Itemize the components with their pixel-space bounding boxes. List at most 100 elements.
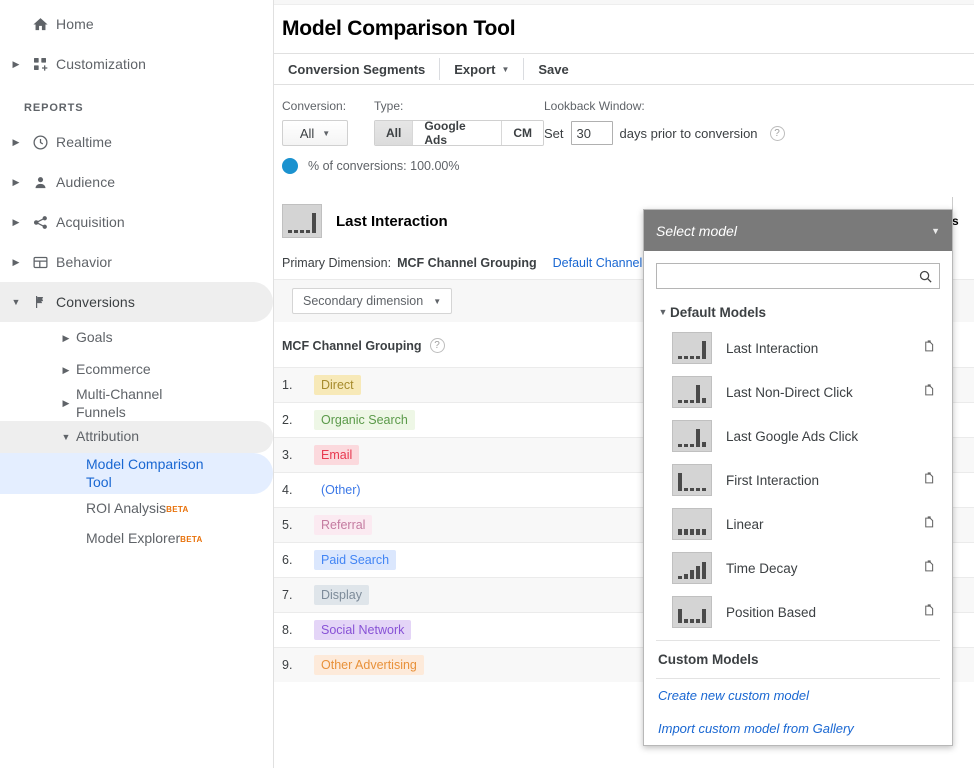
save-button[interactable]: Save (524, 53, 582, 85)
group-label: Default Models (670, 305, 766, 320)
realtime-clock-icon (24, 134, 56, 151)
export-label: Export (454, 62, 495, 77)
sidebar-item-realtime[interactable]: ▶ Realtime (0, 122, 273, 162)
model-label: First Interaction (726, 473, 922, 488)
row-index: 4. (282, 483, 314, 497)
channel-chip[interactable]: Display (314, 585, 369, 605)
import-custom-model-link[interactable]: Import custom model from Gallery (644, 712, 952, 745)
lookback-suffix: days prior to conversion (620, 126, 758, 141)
lookback-days-input[interactable] (571, 121, 613, 145)
duplicate-model-icon[interactable] (922, 603, 938, 621)
sidebar-item-ecommerce[interactable]: ▶ Ecommerce (0, 354, 273, 386)
create-custom-model-link[interactable]: Create new custom model (644, 679, 952, 712)
chevron-down-icon[interactable]: ▼ (931, 226, 940, 236)
audience-person-icon (24, 174, 56, 191)
sidebar-item-audience[interactable]: ▶ Audience (0, 162, 273, 202)
sidebar-item-model-explorer[interactable]: Model ExplorerBETA (0, 524, 273, 554)
chevron-down-icon: ▼ (501, 65, 509, 74)
help-icon[interactable]: ? (430, 338, 445, 353)
row-index: 1. (282, 378, 314, 392)
type-label: Type: (374, 99, 544, 113)
toolbar: Conversion Segments Export ▼ Save (274, 53, 974, 85)
model-list-item[interactable]: Position Based (644, 590, 952, 634)
export-button[interactable]: Export ▼ (440, 53, 523, 85)
duplicate-model-icon[interactable] (922, 559, 938, 577)
model-label: Last Non-Direct Click (726, 385, 922, 400)
type-option-all[interactable]: All (375, 121, 413, 145)
model-list-item[interactable]: Last Google Ads Click (644, 414, 952, 458)
conversion-select[interactable]: All ▼ (282, 120, 348, 146)
search-container (644, 251, 952, 295)
chevron-right-icon: ▶ (8, 60, 24, 69)
channel-chip[interactable]: Direct (314, 375, 361, 395)
model-bars-icon (672, 508, 712, 540)
sidebar-item-multi-channel-funnels[interactable]: ▶ Multi-Channel Funnels (0, 386, 273, 421)
conversions-legend: % of conversions: 100.00% (282, 158, 974, 174)
sidebar-item-label: Model Comparison Tool (86, 456, 206, 491)
default-models-group-header[interactable]: ▼ Default Models (644, 295, 952, 326)
sidebar-item-goals[interactable]: ▶ Goals (0, 322, 273, 354)
page-title: Model Comparison Tool (274, 5, 974, 53)
duplicate-model-icon[interactable] (922, 471, 938, 489)
chevron-right-icon: ▶ (8, 138, 24, 147)
model-bars-icon (672, 420, 712, 452)
row-index: 6. (282, 553, 314, 567)
type-segmented-control: All Google Ads CM (374, 120, 544, 146)
model-list-item[interactable]: Last Non-Direct Click (644, 370, 952, 414)
sidebar-section-reports: REPORTS (0, 84, 273, 122)
beta-badge: BETA (166, 505, 188, 514)
channel-chip[interactable]: Paid Search (314, 550, 396, 570)
channel-chip[interactable]: Referral (314, 515, 372, 535)
model-name: Last Interaction (336, 213, 448, 230)
type-option-google-ads[interactable]: Google Ads (413, 121, 502, 145)
lookback-window-control: Set days prior to conversion ? (544, 121, 785, 145)
row-index: 2. (282, 413, 314, 427)
model-label: Last Interaction (726, 341, 922, 356)
channel-chip[interactable]: Email (314, 445, 359, 465)
type-option-cm[interactable]: CM (502, 121, 543, 145)
sidebar-item-label: Home (56, 16, 94, 32)
model-list-item[interactable]: Time Decay (644, 546, 952, 590)
sidebar-item-model-comparison-tool[interactable]: Model Comparison Tool (0, 453, 273, 494)
duplicate-model-icon[interactable] (922, 515, 938, 533)
secondary-dimension-label: Secondary dimension (303, 294, 423, 308)
search-icon[interactable] (912, 269, 939, 284)
beta-badge: BETA (180, 535, 202, 544)
column-header-label: MCF Channel Grouping (282, 339, 422, 353)
conversions-flag-icon (24, 294, 56, 310)
channel-chip[interactable]: Social Network (314, 620, 411, 640)
model-label: Linear (726, 517, 922, 532)
dropdown-header[interactable]: Select model ▼ (644, 210, 952, 251)
sidebar-item-customization[interactable]: ▶ Customization (0, 44, 273, 84)
custom-models-group-header: Custom Models (644, 641, 952, 678)
model-list-item[interactable]: Last Interaction (644, 326, 952, 370)
chevron-right-icon: ▶ (8, 178, 24, 187)
channel-chip[interactable]: Other Advertising (314, 655, 424, 675)
duplicate-model-icon[interactable] (922, 339, 938, 357)
dropdown-title: Select model (656, 223, 931, 239)
help-icon[interactable]: ? (770, 126, 785, 141)
sidebar-item-behavior[interactable]: ▶ Behavior (0, 242, 273, 282)
model-list-item[interactable]: First Interaction (644, 458, 952, 502)
sidebar-item-conversions[interactable]: ▼ Conversions (0, 282, 273, 322)
model-bars-icon (672, 332, 712, 364)
model-bars-icon (672, 464, 712, 496)
model-bars-icon (672, 552, 712, 584)
conversion-segments-button[interactable]: Conversion Segments (274, 53, 439, 85)
primary-dimension-value[interactable]: MCF Channel Grouping (397, 256, 537, 270)
search-input[interactable] (657, 264, 912, 288)
chevron-down-icon: ▼ (322, 129, 330, 138)
chevron-down-icon: ▼ (8, 298, 24, 307)
lookback-label: Lookback Window: (544, 99, 645, 113)
sidebar-item-home[interactable]: Home (0, 4, 273, 44)
conversion-label: Conversion: (282, 99, 374, 113)
channel-chip[interactable]: Organic Search (314, 410, 415, 430)
model-list-item[interactable]: Linear (644, 502, 952, 546)
sidebar-item-attribution[interactable]: ▼ Attribution (0, 421, 273, 453)
customization-icon (24, 56, 56, 72)
sidebar-item-acquisition[interactable]: ▶ Acquisition (0, 202, 273, 242)
secondary-dimension-button[interactable]: Secondary dimension ▼ (292, 288, 452, 314)
channel-chip[interactable]: (Other) (314, 480, 368, 500)
duplicate-model-icon[interactable] (922, 383, 938, 401)
sidebar-item-roi-analysis[interactable]: ROI AnalysisBETA (0, 494, 273, 524)
